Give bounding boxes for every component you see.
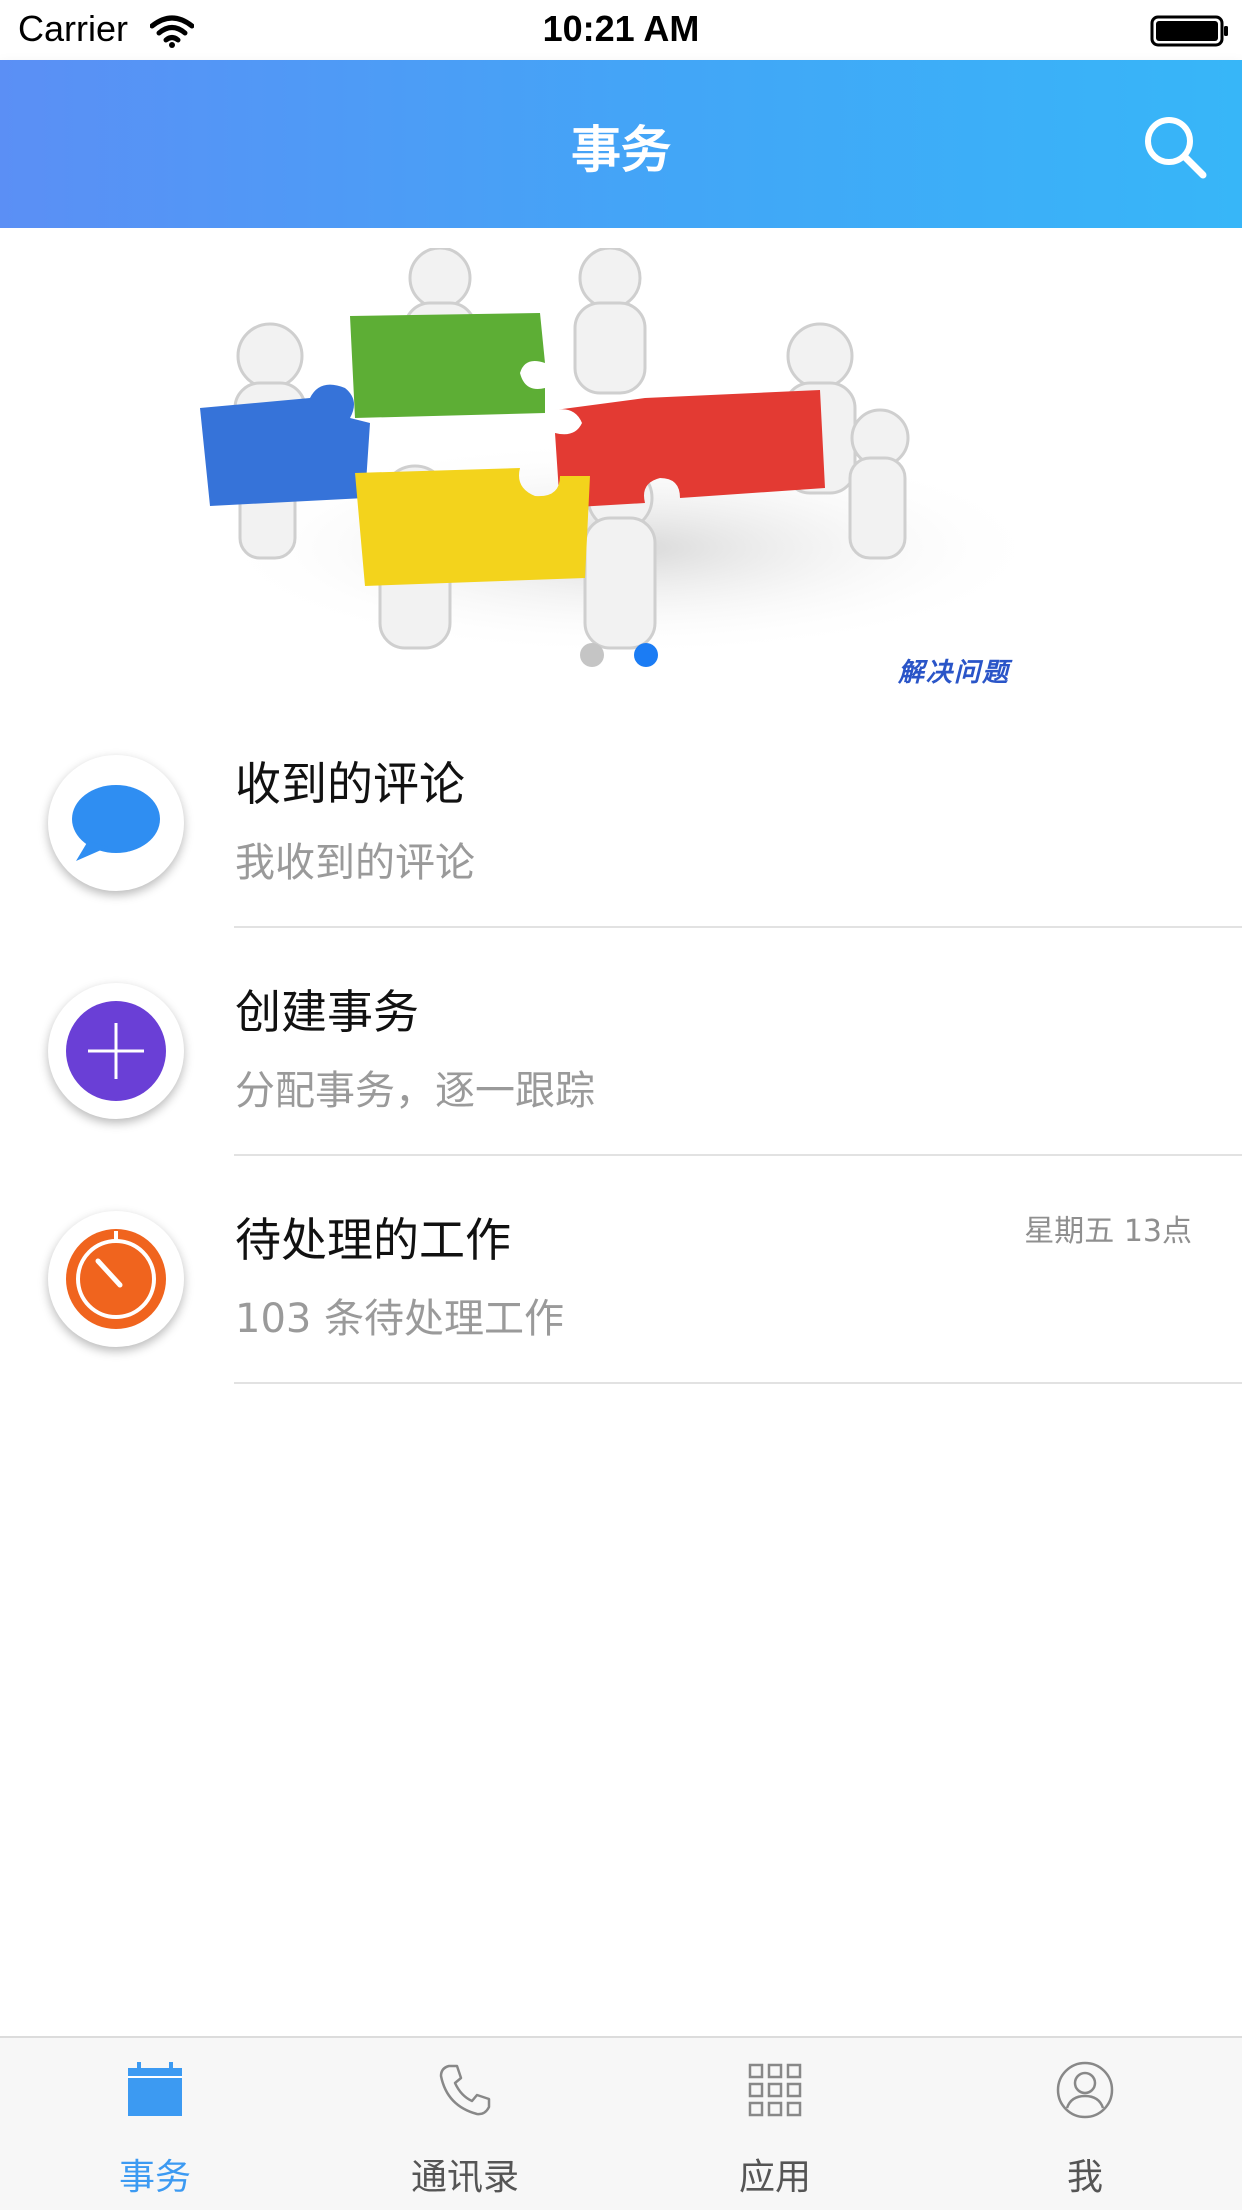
timer-icon bbox=[66, 1229, 166, 1329]
item-title: 收到的评论 bbox=[235, 757, 465, 811]
item-time: 星期五 13点 bbox=[1024, 1214, 1192, 1249]
tab-apps[interactable]: 应用 bbox=[620, 2038, 930, 2210]
tab-label: 我 bbox=[1066, 2157, 1103, 2198]
item-subtitle: 我收到的评论 bbox=[235, 840, 475, 886]
list-item-pending-work[interactable]: 待处理的工作 星期五 13点 103 条待处理工作 bbox=[0, 1156, 1242, 1384]
page-title: 事务 bbox=[571, 121, 671, 179]
item-title: 创建事务 bbox=[235, 985, 419, 1039]
banner-caption: 解决问题 bbox=[898, 658, 1011, 688]
calendar-icon bbox=[128, 2062, 182, 2116]
item-title: 待处理的工作 bbox=[235, 1213, 511, 1267]
status-time: 10:21 AM bbox=[542, 8, 700, 49]
grid-icon bbox=[748, 2063, 802, 2117]
puzzle-team-illustration bbox=[200, 248, 1050, 658]
tab-tasks[interactable]: 事务 bbox=[0, 2038, 310, 2210]
page-dot-active[interactable] bbox=[634, 643, 658, 667]
comment-icon-badge bbox=[48, 755, 184, 891]
tab-bar: 事务 通讯录 应用 我 bbox=[0, 2036, 1242, 2210]
plus-icon-badge bbox=[48, 983, 184, 1119]
item-subtitle: 分配事务，逐一跟踪 bbox=[235, 1068, 595, 1114]
tab-label: 事务 bbox=[118, 2157, 191, 2198]
tab-contacts[interactable]: 通讯录 bbox=[310, 2038, 620, 2210]
list-item-comments[interactable]: 收到的评论 我收到的评论 bbox=[0, 700, 1242, 928]
banner-carousel[interactable]: 解决问题 bbox=[0, 228, 1242, 688]
tab-me[interactable]: 我 bbox=[930, 2038, 1240, 2210]
phone-icon bbox=[439, 2064, 491, 2116]
tab-label: 通讯录 bbox=[410, 2157, 519, 2198]
tab-label: 应用 bbox=[738, 2157, 811, 2198]
timer-icon-badge bbox=[48, 1211, 184, 1347]
user-icon bbox=[1056, 2061, 1114, 2119]
divider bbox=[234, 1382, 1242, 1384]
status-bar: Carrier 10:21 AM bbox=[0, 0, 1242, 60]
carousel-page-indicator[interactable] bbox=[580, 643, 670, 669]
list-item-create-task[interactable]: 创建事务 分配事务，逐一跟踪 bbox=[0, 928, 1242, 1156]
plus-circle-icon bbox=[66, 1001, 166, 1101]
nav-bar: 事务 bbox=[0, 60, 1242, 228]
search-icon[interactable] bbox=[1140, 112, 1210, 182]
item-subtitle: 103 条待处理工作 bbox=[235, 1296, 565, 1342]
comment-bubble-icon bbox=[72, 785, 160, 861]
page-dot[interactable] bbox=[580, 643, 604, 667]
battery-icon bbox=[1150, 15, 1228, 47]
